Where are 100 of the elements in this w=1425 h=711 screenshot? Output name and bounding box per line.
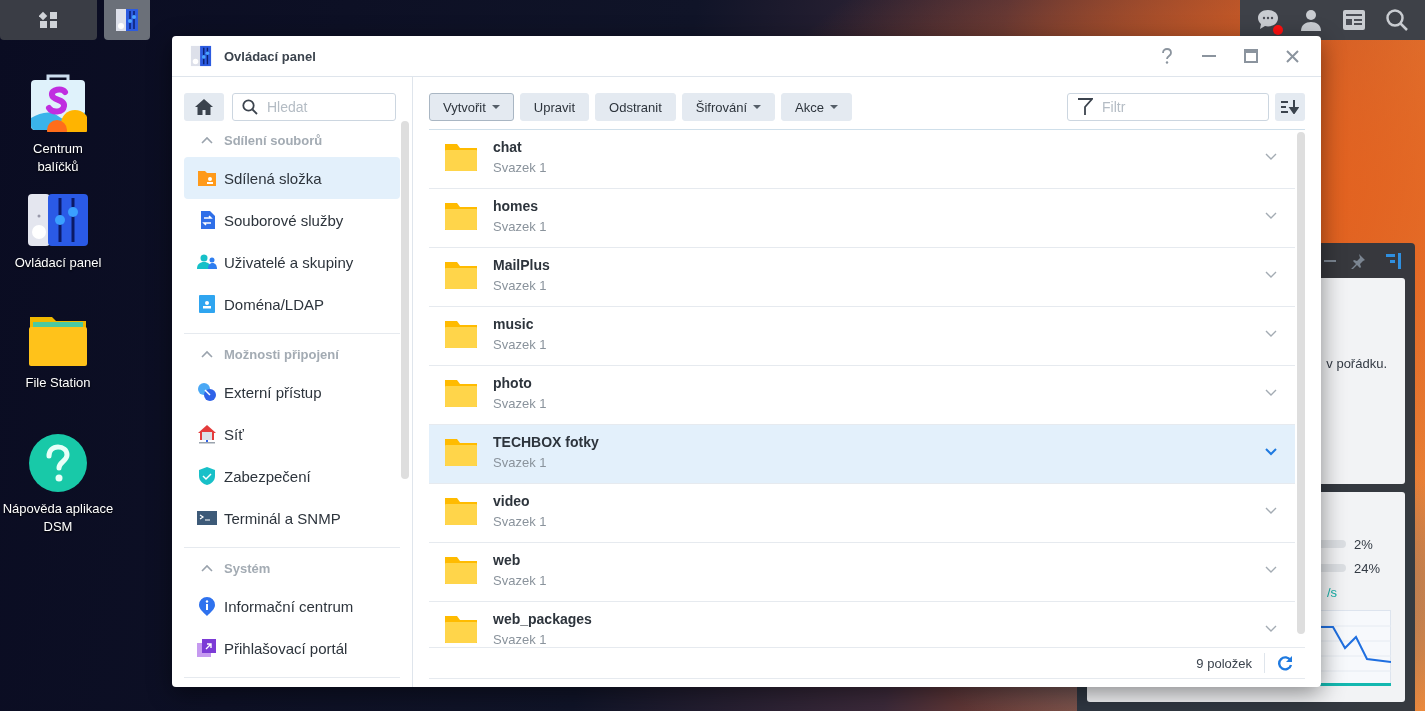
panel-icon[interactable] (1386, 252, 1402, 269)
folder-name: music (493, 316, 535, 332)
shield-icon (197, 466, 217, 486)
desktop-icon-label[interactable]: Ovládací panel (14, 254, 102, 272)
sliders-icon (115, 8, 139, 32)
pin-icon[interactable] (1350, 252, 1366, 269)
grid-icon (38, 10, 59, 30)
sidebar-item[interactable]: Informační centrum (184, 585, 400, 627)
chevron-down-icon[interactable] (1265, 507, 1277, 515)
chevron-up-icon (201, 136, 213, 144)
home-button[interactable] (184, 93, 224, 121)
desktop-icon-label[interactable]: File Station (25, 374, 91, 392)
usage-reading: 2% (1354, 536, 1374, 552)
chevron-down-icon[interactable] (1265, 271, 1277, 279)
link-icon (197, 382, 217, 402)
chevron-down-icon[interactable] (1265, 153, 1277, 161)
folder-name: homes (493, 198, 540, 214)
folder-icon (445, 438, 477, 466)
sidebar-item[interactable]: Doména/LDAP (184, 283, 400, 325)
scrollbar[interactable] (1297, 132, 1305, 634)
close-icon[interactable] (1286, 49, 1299, 63)
search-icon[interactable] (1385, 8, 1410, 32)
transfer-rate: /s (1326, 584, 1337, 600)
sort-button[interactable] (1275, 93, 1305, 121)
folder-icon (445, 497, 477, 525)
toolbar-button[interactable]: Upravit (519, 93, 590, 121)
toolbar-button[interactable]: Vytvořit (429, 93, 514, 121)
toolbar-button[interactable]: Akce (781, 93, 852, 121)
chevron-down-icon[interactable] (1265, 212, 1277, 220)
shared-folder-row[interactable]: TECHBOX fotky Svazek 1 (429, 425, 1295, 484)
refresh-icon[interactable] (1277, 655, 1293, 671)
shopping-bag-icon[interactable] (29, 74, 87, 132)
chevron-down-icon[interactable] (1265, 625, 1277, 633)
sidebar-item[interactable]: Terminál a SNMP (184, 497, 400, 539)
users-icon (197, 252, 217, 272)
folder-icon (445, 202, 477, 230)
chevron-up-icon (201, 564, 213, 572)
shared-folder-row[interactable]: web Svazek 1 (429, 543, 1295, 602)
sidebar-item[interactable]: Přihlašovací portál (184, 627, 400, 669)
widgets-icon[interactable] (1342, 8, 1367, 32)
volume-label: Svazek 1 (493, 337, 547, 352)
sliders-icon (190, 45, 212, 67)
item-count: 9 položek (1196, 655, 1252, 671)
shared-folder-row[interactable]: homes Svazek 1 (429, 189, 1295, 248)
folder-name: chat (493, 139, 523, 155)
help-icon[interactable] (29, 434, 87, 492)
chat-icon[interactable] (1255, 8, 1280, 32)
sidebar-item[interactable]: Souborové služby (184, 199, 400, 241)
chevron-down-icon[interactable] (1265, 389, 1277, 397)
search-field[interactable]: Hledat (232, 93, 396, 121)
sidebar-item[interactable]: Uživatelé a skupiny (184, 241, 400, 283)
filter-icon (1077, 98, 1093, 116)
chevron-down-icon[interactable] (1265, 330, 1277, 338)
sidebar-item[interactable]: Zabezpečení (184, 455, 400, 497)
scrollbar[interactable] (401, 121, 409, 479)
sidebar-item[interactable]: Sdílená složka (184, 157, 400, 199)
filter-field[interactable]: Filtr (1067, 93, 1269, 121)
sort-icon (1281, 100, 1299, 114)
shared-folder-row[interactable]: video Svazek 1 (429, 484, 1295, 543)
sidebar-item[interactable]: Externí přístup (184, 371, 400, 413)
volume-label: Svazek 1 (493, 573, 547, 588)
search-icon (242, 99, 258, 115)
user-icon[interactable] (1298, 8, 1323, 32)
folder-name: web (493, 552, 522, 568)
shared-folder-row[interactable]: chat Svazek 1 (429, 130, 1295, 189)
arrow-box-icon (197, 638, 217, 658)
chevron-down-icon[interactable] (1265, 566, 1277, 574)
folder-name: photo (493, 375, 533, 391)
folder-icon (445, 261, 477, 289)
folder-icon (445, 143, 477, 171)
sidebar-item[interactable]: Síť (184, 413, 400, 455)
chevron-down-icon[interactable] (1265, 448, 1277, 456)
folder-name: MailPlus (493, 257, 550, 273)
status-text: v pořádku. (1326, 356, 1387, 371)
folder-person-icon (197, 168, 217, 188)
toolbar-button[interactable]: Šifrování (681, 93, 776, 121)
maximize-icon[interactable] (1244, 49, 1258, 63)
id-card-icon (197, 294, 217, 314)
desktop-icon-label[interactable]: Centrum balíčků (33, 140, 83, 176)
folder-name: web_packages (493, 611, 592, 627)
folder-name: video (493, 493, 531, 509)
folder-icon (445, 556, 477, 584)
folder-icon[interactable] (28, 314, 88, 366)
house-icon (197, 424, 217, 444)
main-menu-button[interactable] (0, 0, 97, 40)
usage-reading: 24% (1354, 560, 1382, 576)
volume-label: Svazek 1 (493, 219, 547, 234)
shared-folder-row[interactable]: MailPlus Svazek 1 (429, 248, 1295, 307)
volume-label: Svazek 1 (493, 278, 548, 293)
shared-folder-row[interactable]: web_packages Svazek 1 (429, 602, 1295, 647)
shared-folder-row[interactable]: music Svazek 1 (429, 307, 1295, 366)
sliders-icon[interactable] (28, 194, 88, 246)
chevron-up-icon (201, 350, 213, 358)
control-panel-taskbar-button[interactable] (104, 0, 150, 40)
desktop-icon-label[interactable]: Nápověda aplikace DSM (2, 500, 114, 536)
volume-label: Svazek 1 (493, 396, 547, 411)
toolbar-button[interactable]: Odstranit (595, 93, 676, 121)
folder-icon (445, 379, 477, 407)
folder-name: TECHBOX fotky (493, 434, 599, 450)
info-icon (197, 596, 217, 616)
